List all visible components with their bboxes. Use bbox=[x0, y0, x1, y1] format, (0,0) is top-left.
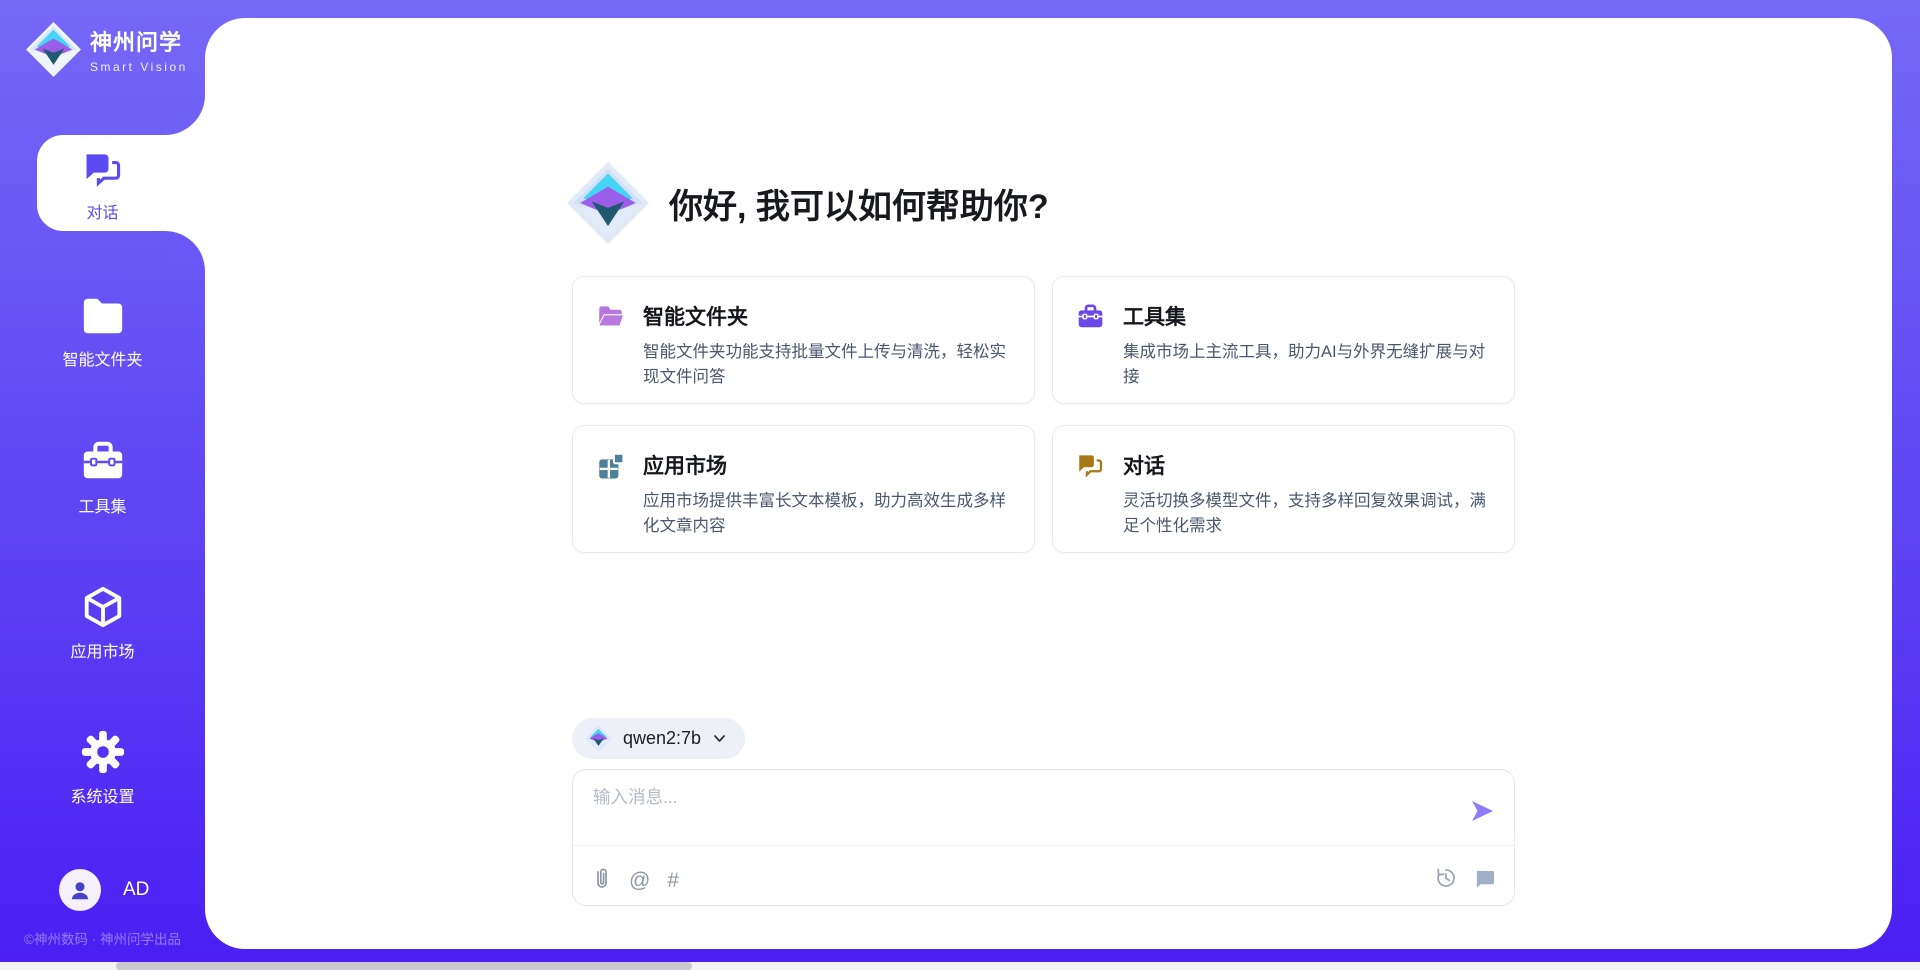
copyright-footer: ©神州数码 · 神州问学出品 bbox=[0, 928, 205, 948]
send-icon bbox=[1469, 798, 1495, 824]
sidebar-item-label: 工具集 bbox=[0, 493, 205, 517]
app-grid-icon bbox=[597, 450, 624, 552]
feature-cards: 智能文件夹 智能文件夹功能支持批量文件上传与清洗，轻松实现文件问答 工具集 集成… bbox=[572, 276, 1515, 553]
brand-diamond-icon bbox=[26, 22, 81, 77]
avatar bbox=[59, 869, 101, 911]
folder-icon bbox=[80, 294, 126, 338]
horizontal-scrollbar bbox=[0, 962, 1920, 970]
card-description: 应用市场提供丰富长文本模板，助力高效生成多样化文章内容 bbox=[643, 489, 1010, 539]
sidebar-item-toolset[interactable]: 工具集 bbox=[0, 439, 205, 517]
toolbox-icon bbox=[80, 439, 126, 485]
model-name: qwen2:7b bbox=[623, 728, 701, 749]
send-button[interactable] bbox=[1468, 798, 1496, 826]
tab-notch-bottom bbox=[165, 231, 205, 271]
gear-icon bbox=[80, 729, 126, 775]
card-title: 应用市场 bbox=[643, 450, 1010, 480]
hash-icon[interactable]: # bbox=[667, 869, 679, 893]
card-title: 智能文件夹 bbox=[643, 301, 1010, 331]
page-title: 你好, 我可以如何帮助你? bbox=[669, 179, 1049, 228]
card-description: 灵活切换多模型文件，支持多样回复效果调试，满足个性化需求 bbox=[1123, 489, 1490, 539]
comment-icon[interactable] bbox=[1473, 867, 1496, 896]
sidebar-item-chat[interactable]: 对话 bbox=[0, 147, 205, 223]
sidebar-item-smart-folder[interactable]: 智能文件夹 bbox=[0, 294, 205, 370]
brand-diamond-icon bbox=[585, 725, 612, 752]
card-smart-folder[interactable]: 智能文件夹 智能文件夹功能支持批量文件上传与清洗，轻松实现文件问答 bbox=[572, 276, 1035, 404]
sidebar-item-settings[interactable]: 系统设置 bbox=[0, 729, 205, 807]
brand-logo: 神州问学 Smart Vision bbox=[26, 22, 188, 77]
user-account[interactable]: AD bbox=[59, 869, 149, 911]
sidebar-item-label: 智能文件夹 bbox=[0, 346, 205, 370]
chat-bubbles-icon bbox=[1077, 450, 1104, 552]
user-initials: AD bbox=[123, 879, 149, 901]
sidebar-item-label: 对话 bbox=[0, 199, 205, 223]
card-description: 集成市场上主流工具，助力AI与外界无缝扩展与对接 bbox=[1123, 340, 1490, 390]
card-title: 对话 bbox=[1123, 450, 1490, 480]
folder-open-icon bbox=[597, 301, 624, 403]
cube-icon bbox=[80, 584, 126, 630]
brand-name: 神州问学 bbox=[90, 25, 188, 57]
tab-notch-top bbox=[165, 95, 205, 135]
message-composer: @ # bbox=[572, 769, 1515, 906]
composer-tools-right bbox=[1434, 866, 1496, 896]
composer-divider bbox=[573, 845, 1514, 846]
message-input[interactable] bbox=[593, 784, 1433, 842]
scrollbar-thumb[interactable] bbox=[116, 962, 692, 970]
user-icon bbox=[67, 877, 93, 903]
paperclip-icon[interactable] bbox=[592, 866, 612, 896]
at-icon[interactable]: @ bbox=[629, 869, 650, 893]
model-selector[interactable]: qwen2:7b bbox=[572, 718, 745, 759]
card-toolset[interactable]: 工具集 集成市场上主流工具，助力AI与外界无缝扩展与对接 bbox=[1052, 276, 1515, 404]
sidebar-item-label: 应用市场 bbox=[0, 638, 205, 662]
brand-subtitle: Smart Vision bbox=[90, 60, 188, 74]
composer-tools-left: @ # bbox=[592, 866, 679, 896]
hero-greeting: 你好, 我可以如何帮助你? bbox=[567, 162, 1049, 244]
card-chat[interactable]: 对话 灵活切换多模型文件，支持多样回复效果调试，满足个性化需求 bbox=[1052, 425, 1515, 553]
history-icon[interactable] bbox=[1434, 866, 1458, 896]
card-title: 工具集 bbox=[1123, 301, 1490, 331]
chevron-down-icon bbox=[712, 731, 727, 746]
sidebar-item-label: 系统设置 bbox=[0, 783, 205, 807]
brand-diamond-icon bbox=[567, 162, 649, 244]
sidebar: 神州问学 Smart Vision 对话 智能文件夹 工具集 应 bbox=[0, 0, 205, 970]
main-content-panel: 你好, 我可以如何帮助你? 智能文件夹 智能文件夹功能支持批量文件上传与清洗，轻… bbox=[205, 18, 1892, 949]
card-app-market[interactable]: 应用市场 应用市场提供丰富长文本模板，助力高效生成多样化文章内容 bbox=[572, 425, 1035, 553]
toolbox-icon bbox=[1077, 301, 1104, 403]
sidebar-item-app-market[interactable]: 应用市场 bbox=[0, 584, 205, 662]
card-description: 智能文件夹功能支持批量文件上传与清洗，轻松实现文件问答 bbox=[643, 340, 1010, 390]
chat-bubbles-icon bbox=[81, 147, 125, 191]
